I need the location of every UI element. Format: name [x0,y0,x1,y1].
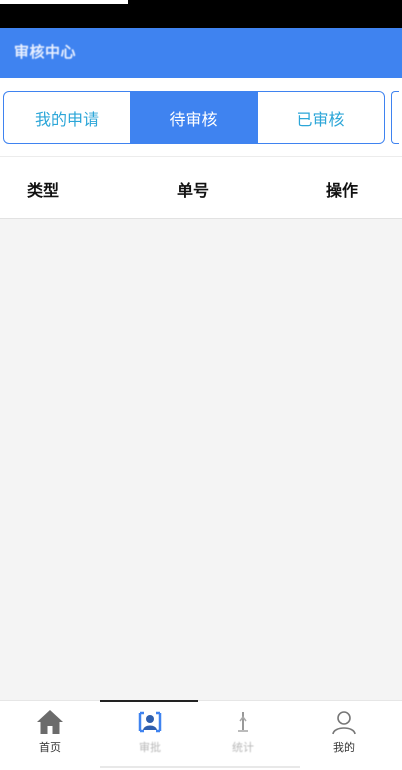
tab-overflow-edge[interactable] [391,91,399,144]
home-icon [36,709,64,735]
bottom-nav: 首页 审批 统计 我的 [0,700,402,770]
tab-pending-review[interactable]: 待审核 [130,92,257,143]
nav-item-home[interactable]: 首页 [0,701,100,759]
nav-label-stats: 统计 [232,741,254,754]
list-content-area[interactable] [0,219,402,700]
column-header-number: 单号 [177,181,210,200]
segmented-tabs: 我的申请 待审核 已审核 [3,91,385,144]
page-title: 审核中心 [14,43,77,61]
tab-bar: 我的申请 待审核 已审核 [0,78,402,156]
tab-my-applications[interactable]: 我的申请 [4,92,130,143]
user-icon [330,709,358,735]
app-header: 审核中心 [0,28,402,78]
column-header-type: 类型 [27,181,60,200]
nav-item-mine[interactable]: 我的 [294,701,394,759]
nav-label-home: 首页 [39,741,61,754]
tab-reviewed[interactable]: 已审核 [257,92,383,143]
home-indicator [100,766,300,768]
nav-label-approval: 审批 [139,741,161,754]
nav-item-stats[interactable]: 统计 [193,701,293,759]
table-header: 类型 单号 操作 [0,156,402,219]
stats-icon [229,709,257,735]
approval-icon [136,709,164,735]
status-bar [0,0,402,28]
status-bar-edge [0,0,128,4]
nav-item-approval[interactable]: 审批 [100,701,200,759]
column-header-action: 操作 [326,181,359,200]
nav-label-mine: 我的 [333,741,355,754]
